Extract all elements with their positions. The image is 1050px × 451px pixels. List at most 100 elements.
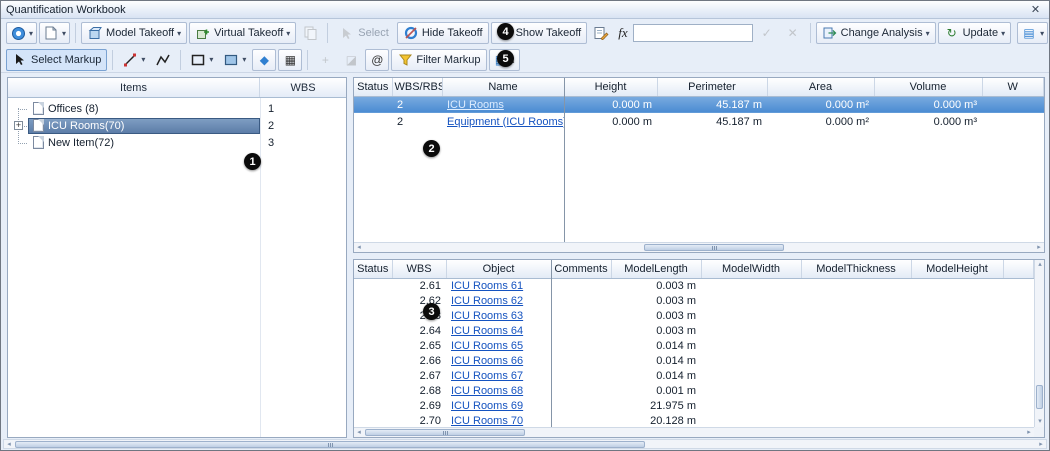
column-header-status[interactable]: Status <box>354 78 393 97</box>
tree-expander-icon[interactable]: + <box>14 120 23 130</box>
tree-item-row[interactable]: Offices (8) 1 <box>8 100 346 117</box>
scroll-right-arrow-icon[interactable]: ▸ <box>1034 243 1044 253</box>
takeoff-name-link[interactable]: ICU Rooms <box>447 99 504 111</box>
freeze-pane-divider <box>564 78 565 242</box>
column-header-modelheight[interactable]: ModelHeight <box>911 260 1004 279</box>
object-vscroll-thumb[interactable] <box>1036 385 1043 409</box>
scroll-left-arrow-icon[interactable]: ◂ <box>4 440 14 450</box>
tree-item-row[interactable]: + ICU Rooms(70) 2 <box>8 117 346 134</box>
takeoff-row[interactable]: 2 ICU Rooms 0.000 m 45.187 m 0.000 m² 0.000 m… <box>354 96 1044 113</box>
column-header-object[interactable]: Object <box>446 260 552 279</box>
object-vscrollbar[interactable]: ▴ ▾ <box>1034 260 1044 427</box>
column-header-perimeter[interactable]: Perimeter <box>657 78 768 97</box>
export-button[interactable]: ▤ ▾ <box>1017 22 1049 44</box>
tree-item-row[interactable]: New Item(72) 3 <box>8 134 346 151</box>
model-width-cell <box>701 308 801 323</box>
column-header-name[interactable]: Name <box>442 78 565 97</box>
select-button[interactable]: Select <box>333 22 395 44</box>
object-hscroll-thumb[interactable] <box>365 429 525 436</box>
model-length-cell: 0.014 m <box>656 339 696 352</box>
takeoff-hscroll-thumb[interactable] <box>644 244 784 251</box>
scroll-down-arrow-icon[interactable]: ▾ <box>1035 417 1045 427</box>
eraser-button[interactable]: ◪ <box>339 49 363 71</box>
wbs-cell: 2.69 <box>419 399 441 412</box>
object-row[interactable]: 2.68 ICU Rooms 68 0.001 m <box>354 383 1034 398</box>
scroll-right-arrow-icon[interactable]: ▸ <box>1024 428 1034 438</box>
takeoff-hscrollbar[interactable]: ◂ ▸ <box>354 242 1044 252</box>
window-hscrollbar[interactable]: ◂ ▸ <box>3 439 1047 449</box>
scroll-up-arrow-icon[interactable]: ▴ <box>1035 260 1045 270</box>
model-height-cell <box>911 293 1003 308</box>
titlebar: Quantification Workbook ✕ <box>1 1 1049 19</box>
object-row[interactable]: 2.66 ICU Rooms 66 0.014 m <box>354 353 1034 368</box>
object-link[interactable]: ICU Rooms 62 <box>451 295 523 307</box>
object-row[interactable]: 2.70 ICU Rooms 70 20.128 m <box>354 413 1034 427</box>
takeoff-name-link[interactable]: Equipment (ICU Rooms) <box>447 116 564 128</box>
object-link[interactable]: ICU Rooms 69 <box>451 400 523 412</box>
tree-item[interactable]: New Item(72) <box>28 135 260 151</box>
model-takeoff-button[interactable]: Model Takeoff ▾ <box>81 22 188 44</box>
object-row[interactable]: 2.67 ICU Rooms 67 0.014 m <box>354 368 1034 383</box>
rectangle-markup-button[interactable]: ▾ <box>186 49 217 71</box>
area-markup-button[interactable]: ▾ <box>219 49 250 71</box>
cancel-formula-button[interactable]: ✕ <box>781 22 805 44</box>
object-link[interactable]: ICU Rooms 61 <box>451 280 523 292</box>
tree-item[interactable]: Offices (8) <box>28 101 260 117</box>
close-button[interactable]: ✕ <box>1027 3 1044 17</box>
scroll-left-arrow-icon[interactable]: ◂ <box>354 428 364 438</box>
column-header-modelthickness[interactable]: ModelThickness <box>801 260 912 279</box>
object-link[interactable]: ICU Rooms 65 <box>451 340 523 352</box>
column-header-area[interactable]: Area <box>767 78 875 97</box>
scroll-left-arrow-icon[interactable]: ◂ <box>354 243 364 253</box>
copy-takeoff-button[interactable] <box>298 22 322 44</box>
accept-formula-button[interactable]: ✓ <box>755 22 779 44</box>
hatch-button[interactable]: ▦ <box>278 48 303 71</box>
object-row[interactable]: 2.69 ICU Rooms 69 21.975 m <box>354 398 1034 413</box>
hide-takeoff-button[interactable]: Hide Takeoff <box>396 22 489 44</box>
column-header-w[interactable]: W <box>982 78 1044 97</box>
object-link[interactable]: ICU Rooms 70 <box>451 415 523 427</box>
bucket-fill-button[interactable]: ◆ <box>252 48 277 71</box>
scroll-right-arrow-icon[interactable]: ▸ <box>1036 440 1046 450</box>
object-link[interactable]: ICU Rooms 63 <box>451 310 523 322</box>
dropdown-arrow-icon: ▾ <box>286 28 291 38</box>
tree-item-selected[interactable]: ICU Rooms(70) <box>28 117 260 134</box>
window-hscroll-thumb[interactable] <box>15 441 645 448</box>
filter-markup-button[interactable]: Filter Markup <box>391 48 487 71</box>
object-hscrollbar[interactable]: ◂ ▸ <box>354 427 1034 437</box>
object-link[interactable]: ICU Rooms 66 <box>451 355 523 367</box>
update-button[interactable]: ↻ Update ▾ <box>937 22 1012 44</box>
column-header-height[interactable]: Height <box>564 78 658 97</box>
virtual-takeoff-button[interactable]: Virtual Takeoff ▾ <box>189 22 297 44</box>
column-header-wbs-rbs[interactable]: WBS/RBS <box>392 78 443 97</box>
wbs-column-header[interactable]: WBS <box>260 78 346 97</box>
column-header-status[interactable]: Status <box>354 260 393 279</box>
takeoff-row[interactable]: 2 Equipment (ICU Rooms) 0.000 m 45.187 m 0.0… <box>354 113 1044 130</box>
column-header-modelwidth[interactable]: ModelWidth <box>701 260 802 279</box>
column-header-comments[interactable]: Comments <box>551 260 612 279</box>
line-markup-button[interactable]: ▾ <box>118 49 149 71</box>
object-row[interactable]: 2.64 ICU Rooms 64 0.003 m <box>354 323 1034 338</box>
change-analysis-button[interactable]: Change Analysis ▾ <box>815 22 936 44</box>
items-column-header[interactable]: Items <box>8 78 260 97</box>
add-vertex-button[interactable]: + <box>313 49 337 71</box>
object-row[interactable]: 2.61 ICU Rooms 61 0.003 m <box>354 278 1034 293</box>
volume-cell: 0.000 m³ <box>874 96 982 113</box>
object-row[interactable]: 2.62 ICU Rooms 62 0.003 m <box>354 293 1034 308</box>
object-link[interactable]: ICU Rooms 68 <box>451 385 523 397</box>
select-markup-button[interactable]: Select Markup <box>6 48 108 71</box>
linestring-markup-button[interactable] <box>151 49 175 71</box>
rectangle-markup-icon <box>190 52 206 68</box>
column-header-wbs[interactable]: WBS <box>392 260 447 279</box>
workbook-edit-button[interactable] <box>589 22 613 44</box>
object-row[interactable]: 2.65 ICU Rooms 65 0.014 m <box>354 338 1034 353</box>
formula-input[interactable] <box>632 24 753 42</box>
object-link[interactable]: ICU Rooms 64 <box>451 325 523 337</box>
column-header-volume[interactable]: Volume <box>874 78 983 97</box>
object-link[interactable]: ICU Rooms 67 <box>451 370 523 382</box>
object-row[interactable]: 2.63ICU Rooms 630.003 m <box>354 308 1034 323</box>
item-menu-button[interactable]: ▾ <box>39 22 71 44</box>
column-header-modellength[interactable]: ModelLength <box>611 260 702 279</box>
circle-markup-button[interactable]: @ <box>365 48 390 71</box>
takeoff-menu-button[interactable]: ▾ <box>6 22 38 44</box>
